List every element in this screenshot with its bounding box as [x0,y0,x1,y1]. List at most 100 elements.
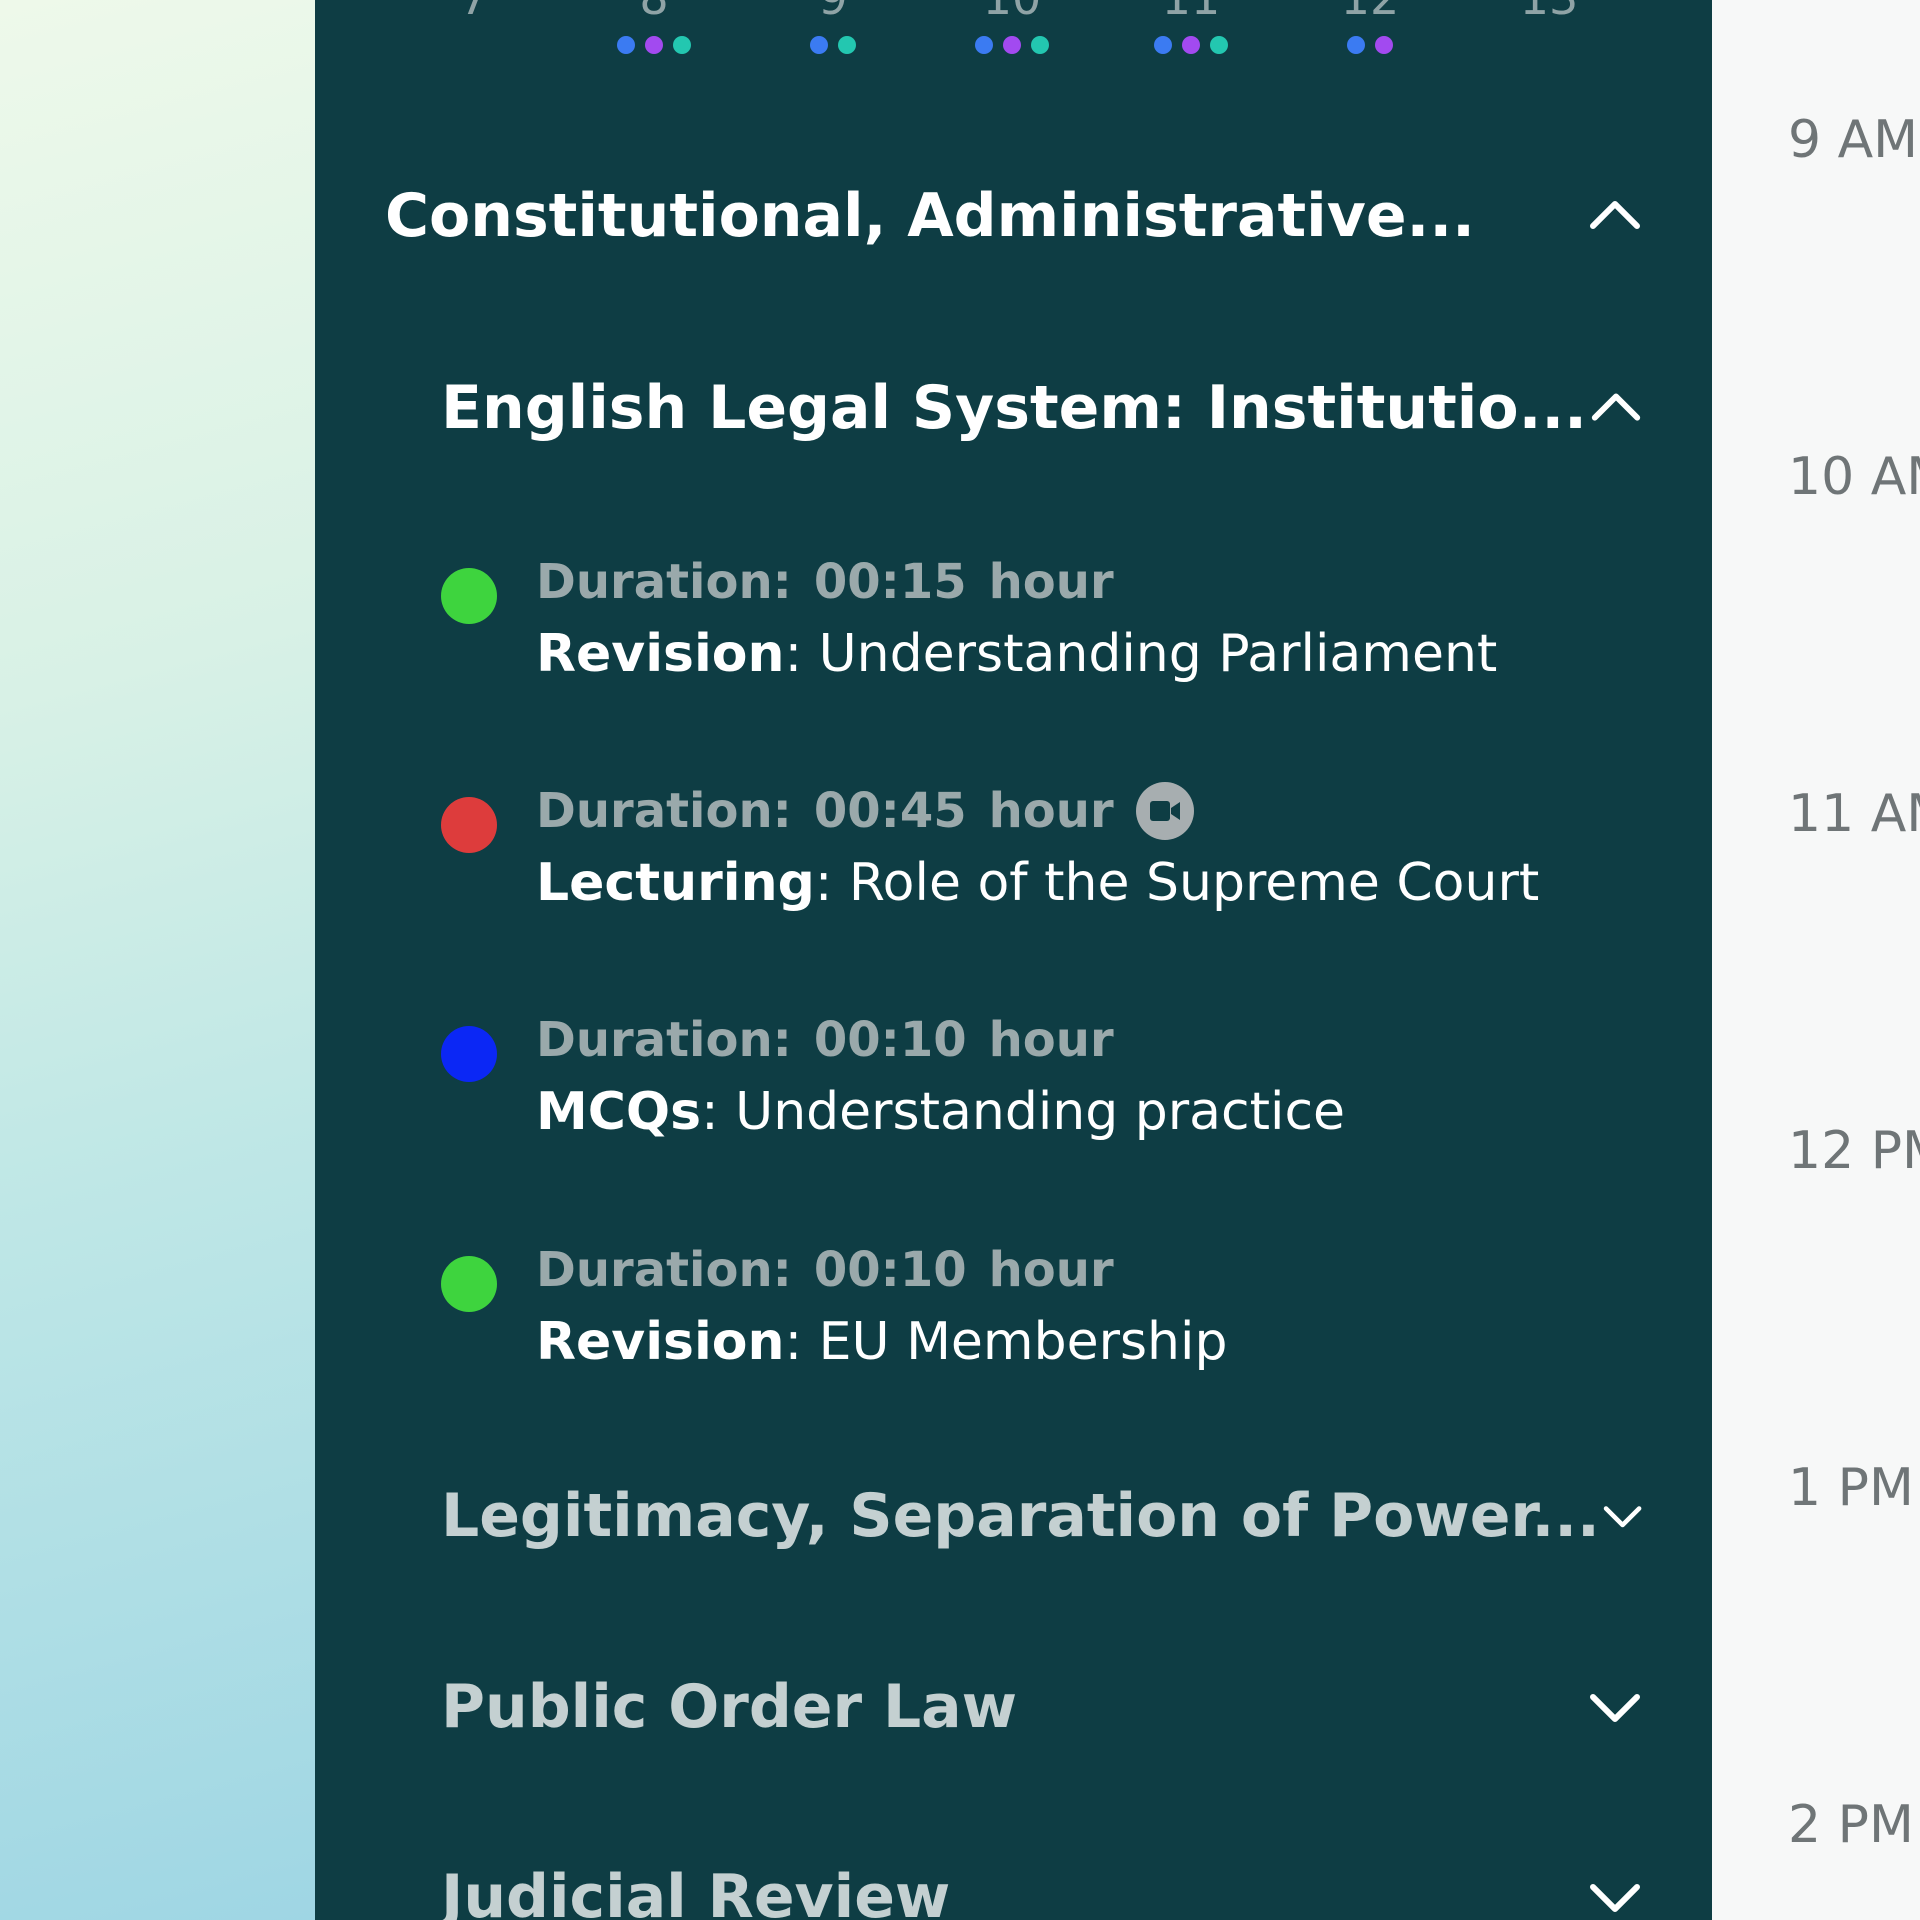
duration-value: 00:15 [813,554,967,610]
session-duration: Duration: 00:10 hour [536,1010,1345,1070]
event-indicator-dots [952,36,1072,54]
session-kind: Revision [536,624,785,684]
event-dot [1182,36,1200,54]
event-dot [1375,36,1393,54]
event-dot [1154,36,1172,54]
session-details: Duration: 00:10 hour Revision: EU Membershi… [536,1240,1227,1378]
session-title: Lecturing: Role of the Supreme Court [536,847,1539,919]
duration-value: 00:10 [813,1242,967,1298]
chevron-up-icon[interactable] [1585,186,1645,246]
duration-label: Duration: [536,783,792,839]
event-indicator-dots [1489,36,1609,54]
calendar-strip: 7 8 9 10 11 12 13 [315,0,1712,80]
event-dot [1210,36,1228,54]
session-details: Duration: 00:10 hour MCQs: Understanding pr… [536,1010,1345,1148]
module-title: Constitutional, Administrative... [385,181,1475,251]
event-indicator-dots [594,36,714,54]
event-indicator-dots [414,36,534,54]
calendar-day-number: 10 [952,0,1072,26]
duration-value: 00:10 [813,1012,967,1068]
chevron-down-icon[interactable] [1600,1486,1645,1546]
chevron-down-icon[interactable] [1585,1677,1645,1737]
session-details: Duration: 00:15 hour Revision: Understandin… [536,552,1497,690]
session-item[interactable]: Duration: 00:15 hour Revision: Understandin… [441,552,1681,702]
session-details: Duration: 00:45 hour Lecturing: Role of the… [536,781,1539,919]
duration-label: Duration: [536,554,792,610]
session-type-dot [441,568,497,624]
event-dot [1031,36,1049,54]
video-camera-icon[interactable] [1135,782,1194,840]
calendar-day-number: 7 [414,0,534,26]
session-duration: Duration: 00:10 hour [536,1240,1227,1300]
time-label: 9 AM [1788,110,1919,170]
session-duration: Duration: 00:15 hour [536,552,1497,612]
session-type-dot [441,1256,497,1312]
schedule-panel: 7 8 9 10 11 12 13 Constitutional, Administrati… [315,0,1712,1920]
session-kind: Revision [536,1312,785,1372]
topic-header-legitimacy[interactable]: Legitimacy, Separation of Power... [441,1476,1645,1556]
calendar-day[interactable]: 11 [1131,0,1251,54]
duration-label: Duration: [536,1012,792,1068]
event-dot [673,36,691,54]
duration-value: 00:45 [813,783,967,839]
session-type-dot [441,1026,497,1082]
duration-unit: hour [988,783,1114,839]
calendar-day-number: 13 [1489,0,1609,26]
session-title: MCQs: Understanding practice [536,1076,1345,1148]
time-label: 11 AM [1788,784,1920,844]
event-dot [838,36,856,54]
topic-header-english-legal-system[interactable]: English Legal System: Institutio... [441,368,1645,448]
session-separator: : [784,624,803,684]
background-gradient [0,0,315,1920]
event-dot [617,36,635,54]
calendar-day[interactable]: 8 [594,0,714,54]
topic-title: Legitimacy, Separation of Power... [441,1481,1600,1551]
event-indicator-dots [1131,36,1251,54]
topic-header-public-order-law[interactable]: Public Order Law [441,1667,1645,1747]
time-label: 12 PM [1788,1121,1920,1181]
event-dot [645,36,663,54]
chevron-up-icon[interactable] [1587,378,1645,438]
module-header[interactable]: Constitutional, Administrative... [385,176,1645,256]
session-kind: MCQs [536,1082,702,1142]
event-dot [1347,36,1365,54]
session-topic: Understanding Parliament [818,624,1498,684]
session-separator: : [701,1082,719,1142]
calendar-day[interactable]: 10 [952,0,1072,54]
event-dot [975,36,993,54]
duration-label: Duration: [536,1242,792,1298]
session-separator: : [784,1312,803,1372]
session-separator: : [814,853,833,913]
time-label: 10 AM [1788,447,1920,507]
session-item[interactable]: Duration: 00:10 hour Revision: EU Membershi… [441,1240,1681,1390]
duration-unit: hour [988,1242,1114,1298]
topic-title: Judicial Review [441,1862,951,1920]
time-label: 2 PM [1788,1795,1914,1855]
session-topic: Understanding practice [735,1082,1346,1142]
session-kind: Lecturing [536,853,815,913]
session-topic: EU Membership [818,1312,1228,1372]
calendar-day-number: 11 [1131,0,1251,26]
event-indicator-dots [773,36,893,54]
calendar-day-number: 8 [594,0,714,26]
duration-unit: hour [988,1012,1114,1068]
calendar-day[interactable]: 9 [773,0,893,54]
calendar-day[interactable]: 13 [1489,0,1609,54]
calendar-day-number: 12 [1310,0,1430,26]
session-item[interactable]: Duration: 00:10 hour MCQs: Understanding pr… [441,1010,1681,1160]
topic-title: Public Order Law [441,1672,1018,1742]
chevron-down-icon[interactable] [1585,1867,1645,1920]
session-item[interactable]: Duration: 00:45 hour Lecturing: Role of the… [441,781,1681,931]
topic-header-judicial-review[interactable]: Judicial Review [441,1857,1645,1920]
duration-unit: hour [988,554,1114,610]
session-title: Revision: EU Membership [536,1306,1227,1378]
time-label: 1 PM [1788,1458,1914,1518]
session-title: Revision: Understanding Parliament [536,618,1497,690]
timeline-pane: 9 AM 10 AM 11 AM 12 PM 1 PM 2 PM [1712,0,1920,1920]
session-duration: Duration: 00:45 hour [536,781,1539,841]
event-dot [810,36,828,54]
calendar-day[interactable]: 7 [414,0,534,54]
session-topic: Role of the Supreme Court [848,853,1540,913]
session-type-dot [441,797,497,853]
calendar-day[interactable]: 12 [1310,0,1430,54]
